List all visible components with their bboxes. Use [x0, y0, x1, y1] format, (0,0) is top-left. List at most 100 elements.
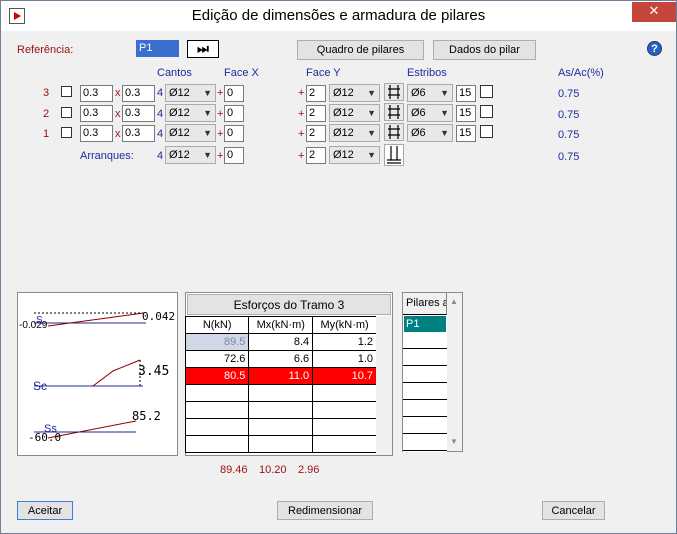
estribo-spacing-input[interactable]: 15 [456, 125, 476, 142]
row-checkbox[interactable] [61, 107, 72, 118]
face-y-diameter-select[interactable]: Ø12 ▼ [329, 124, 380, 142]
cantos-diameter-select[interactable]: Ø12 ▼ [165, 104, 216, 122]
total-my: 2.96 [298, 464, 320, 476]
table-row[interactable]: 72.6 6.6 1.0 [184, 350, 377, 368]
diagram-bot-left-value: -60.0 [28, 431, 62, 444]
table-row-highlighted[interactable]: 80.5 11.0 10.7 [184, 367, 377, 385]
times-sign: x [115, 87, 121, 99]
table-row[interactable]: 89.5 8.4 1.2 [184, 333, 377, 351]
header-cantos: Cantos [157, 67, 192, 79]
cantos-diameter-select[interactable]: Ø12 ▼ [165, 84, 216, 102]
times-sign: x [115, 108, 121, 120]
cell-mx[interactable]: 6.6 [248, 350, 314, 368]
arranques-label: Arranques: [80, 150, 134, 162]
cell-my[interactable]: 10.7 [312, 367, 377, 385]
estribo-diameter-select[interactable]: Ø6 ▼ [407, 104, 453, 122]
cell-my[interactable]: 1.2 [312, 333, 377, 351]
table-row-empty[interactable] [184, 435, 377, 453]
table-row-empty[interactable] [184, 418, 377, 436]
estribo-checkbox[interactable] [480, 85, 493, 98]
cell-n[interactable]: 89.5 [184, 333, 250, 351]
estribo-spacing-input[interactable]: 15 [456, 85, 476, 102]
cell-mx[interactable]: 8.4 [248, 333, 314, 351]
stirrup-icon[interactable] [384, 103, 404, 121]
estribo-diameter-select[interactable]: Ø6 ▼ [407, 124, 453, 142]
help-icon[interactable]: ? [647, 41, 662, 56]
face-y-input[interactable]: 2 [306, 125, 326, 142]
col-mx[interactable]: Mx(kN·m) [248, 316, 314, 334]
face-y-input[interactable]: 2 [306, 105, 326, 122]
dim-x-input[interactable]: 0.3 [80, 85, 113, 102]
scroll-up-icon[interactable]: ▲ [450, 297, 458, 306]
estribo-checkbox[interactable] [480, 105, 493, 118]
face-y-plus: + [298, 128, 305, 140]
referencia-label: Referência: [17, 44, 74, 56]
esforcos-scrollbar[interactable] [376, 316, 392, 455]
diagram-mid-value: 3.45 [138, 364, 170, 379]
as-ac-value: 0.75 [558, 129, 580, 141]
pilares-list-empty-rows [403, 332, 447, 452]
quadro-pilares-button[interactable]: Quadro de pilares [297, 40, 424, 60]
cantos-count: 4 [157, 108, 164, 120]
header-face-x: Face X [224, 67, 259, 79]
total-mx: 10.20 [259, 464, 287, 476]
face-x-plus: + [217, 150, 224, 162]
as-ac-value: 0.75 [558, 109, 580, 121]
face-x-input[interactable]: 0 [224, 105, 244, 122]
face-x-input[interactable]: 0 [224, 147, 244, 164]
close-button[interactable]: ✕ [632, 2, 676, 22]
table-row-empty[interactable] [184, 384, 377, 402]
col-n[interactable]: N(kN) [184, 316, 250, 334]
pilares-list-header[interactable]: Pilares a [403, 293, 447, 315]
cancelar-button[interactable]: Cancelar [542, 501, 605, 520]
estribo-spacing-input[interactable]: 15 [456, 105, 476, 122]
row-number: 3 [43, 87, 50, 99]
esforcos-title-button[interactable]: Esforços do Tramo 3 [187, 294, 391, 315]
cell-my[interactable]: 1.0 [312, 350, 377, 368]
cantos-diameter-select[interactable]: Ø12 ▼ [165, 146, 216, 164]
stirrup-icon[interactable] [384, 83, 404, 101]
cell-mx[interactable]: 11.0 [248, 367, 314, 385]
row-checkbox[interactable] [61, 86, 72, 97]
cell-n[interactable]: 72.6 [184, 350, 250, 368]
dim-y-input[interactable]: 0.3 [122, 105, 155, 122]
face-x-input[interactable]: 0 [224, 125, 244, 142]
pilares-scrollbar[interactable]: ▲ ▼ [447, 293, 462, 451]
starter-bars-icon[interactable] [384, 144, 404, 166]
dim-x-input[interactable]: 0.3 [80, 105, 113, 122]
esforcos-table: N(kN) Mx(kN·m) My(kN·m) 89.5 8.4 1.2 72.… [184, 316, 377, 453]
diagram-mid-label: Sc [33, 379, 48, 393]
pilares-list-item-p1[interactable]: P1 [404, 316, 446, 332]
next-pillar-button[interactable]: ⏭ [187, 40, 219, 58]
face-y-plus: + [298, 87, 305, 99]
table-row-empty[interactable] [184, 401, 377, 419]
cantos-count: 4 [157, 150, 164, 162]
header-estribos: Estribos [407, 67, 447, 79]
estribo-checkbox[interactable] [480, 125, 493, 138]
diagram-top-line [47, 312, 145, 327]
dim-x-input[interactable]: 0.3 [80, 125, 113, 142]
face-y-input[interactable]: 2 [306, 147, 326, 164]
cell-n[interactable]: 80.5 [184, 367, 250, 385]
face-y-input[interactable]: 2 [306, 85, 326, 102]
diagram-top-left-value: -0.029 [19, 320, 48, 331]
face-x-input[interactable]: 0 [224, 85, 244, 102]
redimensionar-button[interactable]: Redimensionar [277, 501, 373, 520]
scroll-down-icon[interactable]: ▼ [450, 437, 458, 446]
estribo-diameter-select[interactable]: Ø6 ▼ [407, 84, 453, 102]
dim-y-input[interactable]: 0.3 [122, 125, 155, 142]
pilares-list-panel: Pilares a P1 ▲ ▼ [402, 292, 463, 452]
dim-y-input[interactable]: 0.3 [122, 85, 155, 102]
diagram-top-label: S [36, 315, 43, 326]
dados-pilar-button[interactable]: Dados do pilar [433, 40, 536, 60]
face-y-diameter-select[interactable]: Ø12 ▼ [329, 84, 380, 102]
face-y-diameter-select[interactable]: Ø12 ▼ [329, 104, 380, 122]
aceitar-button[interactable]: Aceitar [17, 501, 73, 520]
referencia-input[interactable]: P1 [136, 40, 179, 57]
row-checkbox[interactable] [61, 127, 72, 138]
col-my[interactable]: My(kN·m) [312, 316, 377, 334]
cantos-diameter-select[interactable]: Ø12 ▼ [165, 124, 216, 142]
face-y-diameter-select[interactable]: Ø12 ▼ [329, 146, 380, 164]
esforcos-panel: Esforços do Tramo 3 N(kN) Mx(kN·m) My(kN… [184, 292, 393, 456]
stirrup-icon[interactable] [384, 123, 404, 141]
